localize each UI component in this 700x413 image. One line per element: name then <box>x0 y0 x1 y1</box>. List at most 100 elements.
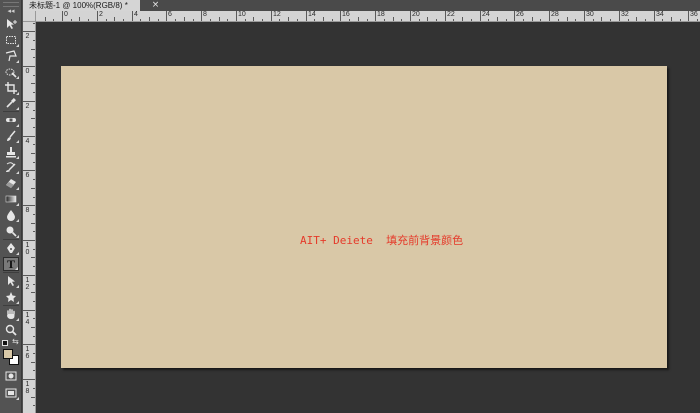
ruler-tick <box>480 11 481 21</box>
ruler-label: 36 <box>690 11 698 18</box>
ruler-tick <box>367 19 368 21</box>
ruler-tick <box>201 11 202 21</box>
ruler-tick <box>349 19 350 21</box>
ruler-tick <box>33 197 35 198</box>
ruler-tick <box>31 188 35 189</box>
zoom-tool[interactable] <box>3 323 19 337</box>
close-tab-button[interactable]: × <box>151 0 160 11</box>
crop-tool[interactable] <box>3 81 19 95</box>
ruler-tick <box>532 17 533 21</box>
ruler-tick <box>33 266 35 267</box>
ruler-tick <box>23 31 35 32</box>
collapse-panel-button[interactable]: ◂◂ <box>2 7 20 15</box>
gradient-tool[interactable] <box>3 192 19 206</box>
ruler-label: 20 <box>412 11 420 18</box>
eraser-tool[interactable] <box>3 176 19 190</box>
ruler-tick <box>236 11 237 21</box>
quick-mask-icon <box>5 371 17 381</box>
ruler-tick <box>33 405 35 406</box>
ruler-tick <box>427 17 428 21</box>
ruler-tick <box>219 17 220 21</box>
ruler-label: 18 <box>25 381 30 395</box>
eyedropper-tool[interactable] <box>3 96 19 110</box>
ruler-tick <box>654 11 655 21</box>
ruler-tick <box>31 223 35 224</box>
ruler-tick <box>140 19 141 21</box>
path-selection-tool[interactable] <box>3 274 19 288</box>
move-icon <box>7 19 17 29</box>
ruler-label: 6 <box>25 172 30 179</box>
ruler-tick <box>31 327 35 328</box>
default-colors-button[interactable] <box>2 340 8 346</box>
ruler-tick <box>401 19 402 21</box>
ruler-label: 34 <box>656 11 664 18</box>
lasso-tool[interactable] <box>3 49 19 63</box>
swap-colors-button[interactable]: ⇆ <box>12 338 20 346</box>
ruler-tick <box>62 11 63 21</box>
ruler-tick <box>33 214 35 215</box>
ruler-tick <box>375 11 376 21</box>
document-tab[interactable]: 未标题-1 @ 100%(RGB/8) * <box>23 0 140 11</box>
ruler-tick <box>23 170 35 171</box>
dodge-tool[interactable] <box>3 224 19 238</box>
ruler-tick <box>245 19 246 21</box>
ruler-label: 10 <box>238 11 246 18</box>
marquee-tool[interactable] <box>3 33 19 47</box>
quick-selection-tool[interactable] <box>3 65 19 79</box>
ruler-tick <box>23 344 35 345</box>
ruler-tick <box>697 19 698 21</box>
foreground-color-swatch[interactable] <box>3 349 13 359</box>
ruler-label: 32 <box>621 11 629 18</box>
ruler-tick <box>358 17 359 21</box>
ruler-tick <box>314 19 315 21</box>
ruler-tick <box>288 17 289 21</box>
type-tool[interactable]: T <box>3 257 19 271</box>
ruler-tick <box>33 284 35 285</box>
clone-stamp-tool[interactable] <box>3 145 19 159</box>
pen-tool[interactable] <box>3 241 19 255</box>
ruler-tick <box>523 19 524 21</box>
type-icon: T <box>6 257 15 271</box>
ruler-origin[interactable] <box>23 11 36 22</box>
ruler-label: 26 <box>516 11 524 18</box>
toolbox-divider <box>3 272 19 273</box>
ruler-tick <box>33 301 35 302</box>
history-brush-tool[interactable] <box>3 160 19 174</box>
ruler-tick <box>436 19 437 21</box>
ruler-tick <box>23 310 35 311</box>
ruler-label: 2 <box>25 103 30 110</box>
ruler-tick <box>410 11 411 21</box>
ruler-tick <box>33 353 35 354</box>
canvas-text-layer[interactable]: AIT+ Deiete 填充前背景颜色 <box>300 232 463 248</box>
ruler-tick <box>279 19 280 21</box>
blur-tool[interactable] <box>3 208 19 222</box>
ruler-tick <box>23 101 35 102</box>
toolbox-divider <box>3 305 19 306</box>
ruler-tick <box>601 17 602 21</box>
ruler-label: 24 <box>482 11 490 18</box>
move-tool[interactable] <box>3 17 19 31</box>
ruler-tick <box>636 17 637 21</box>
vertical-ruler[interactable]: 2 0 2 4 6 8 10 12 14 16 18 <box>23 22 36 413</box>
ruler-tick <box>33 231 35 232</box>
ruler-tick <box>158 19 159 21</box>
ruler-label: 16 <box>342 11 350 18</box>
ruler-tick <box>114 17 115 21</box>
document-canvas[interactable]: AIT+ Deiete 填充前背景颜色 <box>61 66 667 368</box>
document-title: 未标题-1 @ 100%(RGB/8) * <box>29 1 128 10</box>
spot-healing-tool[interactable] <box>3 113 19 127</box>
horizontal-ruler[interactable]: 0 2 4 6 8 10 12 14 16 18 20 22 24 26 28 30 32 34 36 <box>36 11 700 22</box>
document-workspace: AIT+ Deiete 填充前背景颜色 <box>36 22 700 413</box>
ruler-label: 6 <box>168 11 172 18</box>
brush-tool[interactable] <box>3 129 19 143</box>
ruler-tick <box>33 249 35 250</box>
ruler-tick <box>33 110 35 111</box>
screen-mode-button[interactable] <box>3 386 19 400</box>
quick-mask-button[interactable] <box>3 369 19 383</box>
ruler-tick <box>31 83 35 84</box>
shape-tool[interactable] <box>3 290 19 304</box>
hand-tool[interactable] <box>3 307 19 321</box>
ruler-tick <box>340 11 341 21</box>
ruler-tick <box>506 19 507 21</box>
ruler-label: 14 <box>308 11 316 18</box>
